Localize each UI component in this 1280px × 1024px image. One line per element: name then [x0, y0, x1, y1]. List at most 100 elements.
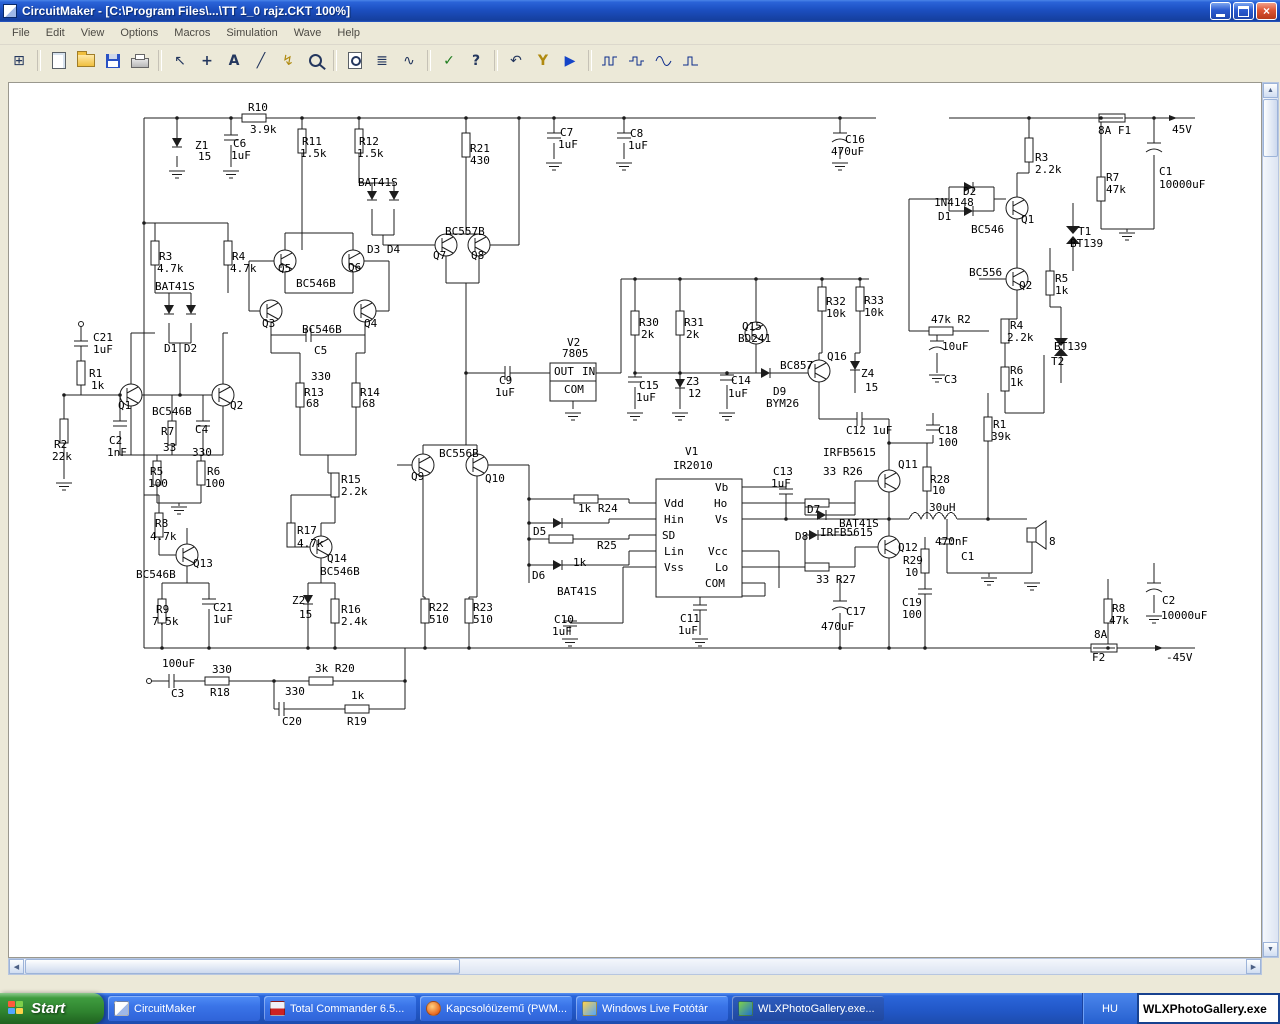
component-label[interactable]: 2.2k — [341, 485, 368, 498]
component-label[interactable]: 68 — [306, 397, 319, 410]
component-label[interactable]: Ho — [714, 497, 727, 510]
component-label[interactable]: 10uF — [942, 340, 969, 353]
zap-tool-button[interactable]: ↯ — [275, 48, 301, 73]
component-label[interactable]: 1uF — [213, 613, 233, 626]
component-label[interactable]: 2k — [686, 328, 700, 341]
component-label[interactable]: R18 — [210, 686, 230, 699]
component-label[interactable]: Q2 — [1019, 279, 1032, 292]
component-label[interactable]: D1 — [938, 210, 951, 223]
component-label[interactable]: 45V — [1172, 123, 1192, 136]
component-label[interactable]: 10000uF — [1161, 609, 1207, 622]
erc-check-button[interactable]: ✓ — [436, 48, 462, 73]
schematic-svg[interactable]: R103.9kZ115C61uFR111.5kR121.5k R21430C71u… — [9, 83, 1261, 957]
component-label[interactable]: C1 — [1159, 165, 1172, 178]
component-label[interactable]: IRFB5615 — [820, 526, 873, 539]
component-label[interactable]: 1uF — [636, 391, 656, 404]
component-label[interactable]: 47k — [1106, 183, 1126, 196]
component-label[interactable]: 100uF — [162, 657, 195, 670]
scroll-down-button[interactable]: ▼ — [1263, 942, 1278, 957]
run-button[interactable]: ▶ — [557, 48, 583, 73]
component-label[interactable]: 100 — [902, 608, 922, 621]
schematic-labels[interactable]: R103.9kZ115C61uFR111.5kR121.5k R21430C71u… — [52, 101, 1207, 728]
component-label[interactable]: 10k — [864, 306, 884, 319]
component-label[interactable]: 3k R20 — [315, 662, 355, 675]
taskbar-item-circuitmaker[interactable]: CircuitMaker — [108, 996, 260, 1021]
component-label[interactable]: R8 — [155, 517, 168, 530]
taskbar-item-photo-gallery[interactable]: Windows Live Fotótár — [576, 996, 728, 1021]
component-label[interactable]: Q1 — [1021, 213, 1034, 226]
component-label[interactable]: C5 — [314, 344, 327, 357]
scope-button[interactable] — [624, 48, 650, 73]
component-label[interactable]: 15 — [299, 608, 312, 621]
zoom-tool-button[interactable] — [302, 48, 328, 73]
horizontal-scrollbar[interactable]: ◀ ▶ — [8, 958, 1262, 975]
menu-help[interactable]: Help — [329, 23, 368, 43]
component-label[interactable]: 470nF — [935, 535, 968, 548]
component-label[interactable]: IN — [582, 365, 595, 378]
component-label[interactable]: 1k — [91, 379, 105, 392]
component-label[interactable]: Lin — [664, 545, 684, 558]
component-label[interactable]: Q11 — [898, 458, 918, 471]
component-label[interactable]: BAT41S — [155, 280, 195, 293]
component-label[interactable]: 7.5k — [152, 615, 179, 628]
component-label[interactable]: 33 — [163, 441, 176, 454]
component-label[interactable]: Q7 — [433, 249, 446, 262]
component-label[interactable]: Q4 — [364, 317, 378, 330]
component-label[interactable]: BC557B — [445, 225, 485, 238]
maximize-button[interactable] — [1233, 2, 1254, 20]
waveform-button[interactable]: ∿ — [396, 48, 422, 73]
component-label[interactable]: 470uF — [831, 145, 864, 158]
open-button[interactable] — [73, 48, 99, 73]
wire-tool-button[interactable]: ╱ — [248, 48, 274, 73]
component-label[interactable]: Vs — [715, 513, 728, 526]
component-label[interactable]: C1 — [961, 550, 974, 563]
component-label[interactable]: Q12 — [898, 541, 918, 554]
component-label[interactable]: 12 — [688, 387, 701, 400]
netlist-button[interactable]: ≣ — [369, 48, 395, 73]
component-label[interactable]: 22k — [52, 450, 72, 463]
scroll-up-button[interactable]: ▲ — [1263, 83, 1278, 98]
component-label[interactable]: Z4 — [861, 367, 875, 380]
component-label[interactable]: 470uF — [821, 620, 854, 633]
component-label[interactable]: D6 — [532, 569, 545, 582]
menu-options[interactable]: Options — [112, 23, 166, 43]
component-label[interactable]: C14 — [731, 374, 751, 387]
component-label[interactable]: Vdd — [664, 497, 684, 510]
component-label[interactable]: C17 — [846, 605, 866, 618]
component-label[interactable]: 4.7k — [230, 262, 257, 275]
component-label[interactable]: Vb — [715, 481, 728, 494]
component-label[interactable]: C3 — [944, 373, 957, 386]
component-label[interactable]: C2 — [1162, 594, 1175, 607]
signal-generator-button[interactable] — [678, 48, 704, 73]
horizontal-scroll-thumb[interactable] — [25, 959, 460, 974]
component-label[interactable]: Lo — [715, 561, 728, 574]
component-label[interactable]: BC546B — [152, 405, 192, 418]
component-label[interactable]: 30uH — [929, 501, 956, 514]
component-label[interactable]: 8 — [1049, 535, 1056, 548]
analog-scope-button[interactable] — [651, 48, 677, 73]
menu-view[interactable]: View — [73, 23, 113, 43]
component-label[interactable]: 1k R24 — [578, 502, 618, 515]
component-label[interactable]: BC546 — [971, 223, 1004, 236]
language-indicator[interactable]: HU — [1102, 1003, 1118, 1015]
component-label[interactable]: 4.7k — [157, 262, 184, 275]
minimize-button[interactable] — [1210, 2, 1231, 20]
component-label[interactable]: 33 R26 — [823, 465, 863, 478]
component-label[interactable]: 2.4k — [341, 615, 368, 628]
component-label[interactable]: 1uF — [231, 149, 251, 162]
schematic-canvas[interactable]: R10 3.9k Z1 15 C6 1uF R11 1.5k R12 1.5k R21 430 C7 1u… — [8, 82, 1262, 958]
title-bar[interactable]: CircuitMaker - [C:\Program Files\...\TT … — [0, 0, 1280, 22]
menu-simulation[interactable]: Simulation — [218, 23, 285, 43]
component-label[interactable]: Q2 — [230, 399, 243, 412]
component-label[interactable]: D5 — [533, 525, 546, 538]
component-label[interactable]: Q5 — [278, 262, 291, 275]
component-label[interactable]: 330 — [212, 663, 232, 676]
print-button[interactable] — [127, 48, 153, 73]
component-label[interactable]: BC546B — [320, 565, 360, 578]
component-label[interactable]: BC546B — [296, 277, 336, 290]
component-label[interactable]: R10 — [248, 101, 268, 114]
component-label[interactable]: 10 — [905, 566, 918, 579]
component-label[interactable]: 4.7k — [297, 537, 324, 550]
help-button[interactable]: ? — [463, 48, 489, 73]
component-label[interactable]: -45V — [1166, 651, 1193, 664]
